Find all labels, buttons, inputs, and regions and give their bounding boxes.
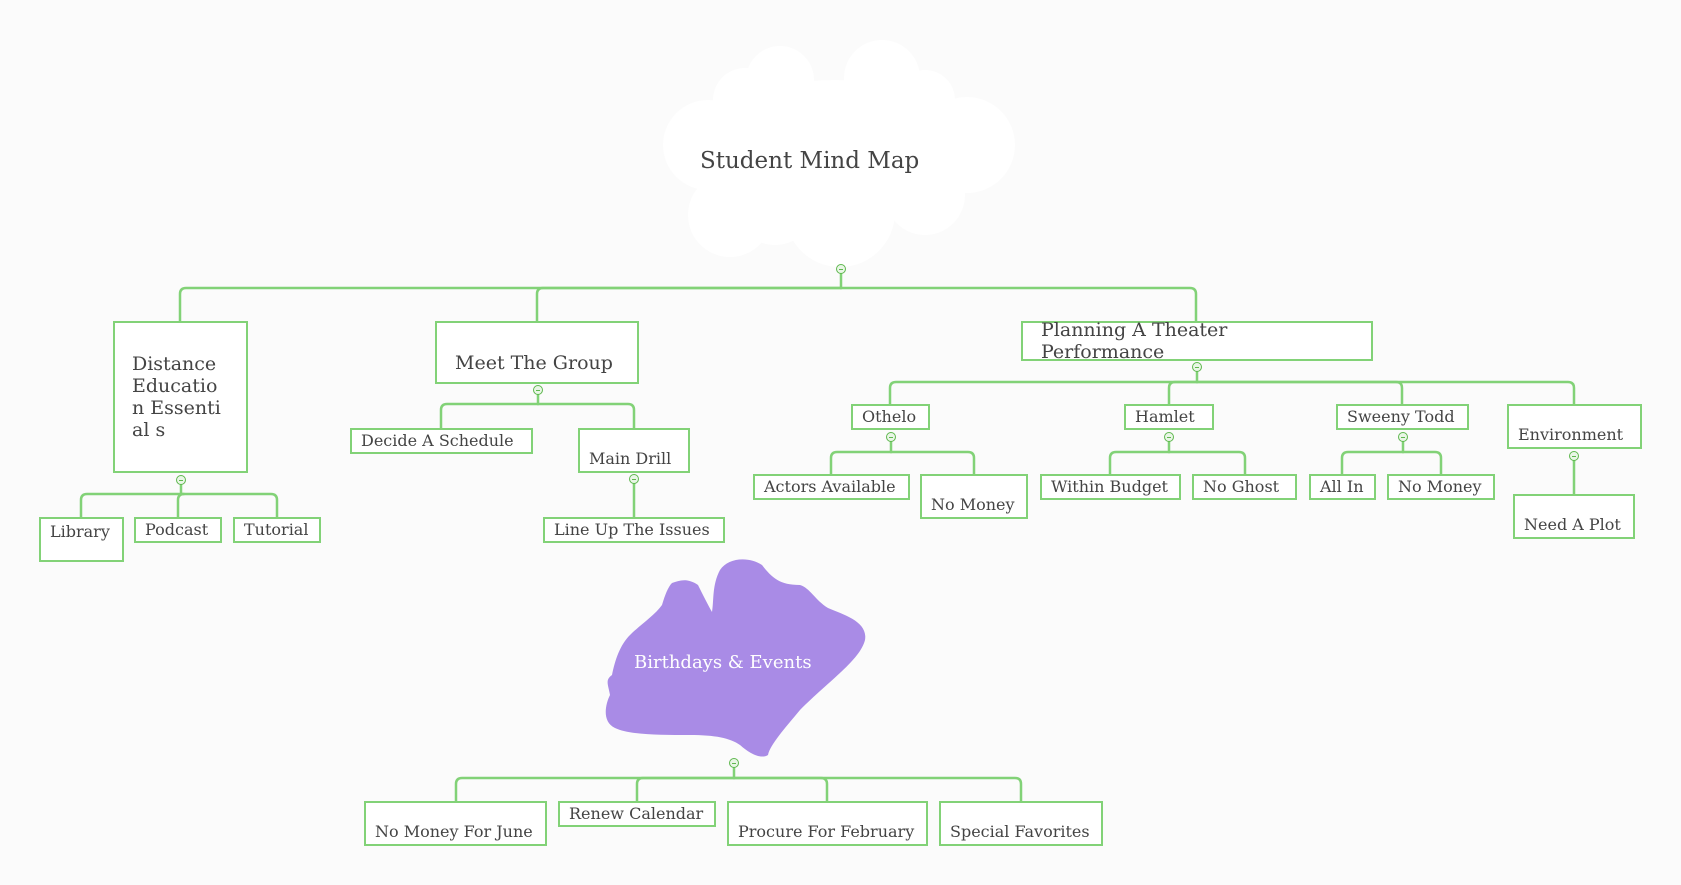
topic-label: All In [1320, 477, 1364, 496]
topic-all-in[interactable]: All In [1309, 474, 1376, 500]
topic-label: No Ghost [1203, 477, 1280, 496]
topic-hamlet[interactable]: Hamlet [1124, 404, 1214, 430]
connector-layer [79, 40, 1576, 803]
hamlet-branch-line [1108, 450, 1171, 476]
topic-within-budget[interactable]: Within Budget [1040, 474, 1181, 500]
topic-label: Othelo [862, 407, 917, 426]
topic-label: Procure For February [738, 822, 915, 841]
topic-need-a-plot[interactable]: Need A Plot [1513, 494, 1635, 539]
topic-label: Sweeny Todd [1347, 407, 1455, 426]
topic-library[interactable]: Library [39, 517, 124, 562]
collapse-toggle-main-drill[interactable] [629, 474, 639, 484]
topic-label: No Money [931, 495, 1015, 514]
topic-procure-for-february[interactable]: Procure For February [727, 801, 928, 846]
topic-actors-available[interactable]: Actors Available [753, 474, 910, 500]
topic-othelo-no-money[interactable]: No Money [920, 474, 1028, 519]
topic-sweeny-no-money[interactable]: No Money [1387, 474, 1495, 500]
topic-sweeny-todd[interactable]: Sweeny Todd [1336, 404, 1469, 430]
branch-label: Meet The Group [455, 352, 613, 374]
collapse-toggle-root[interactable] [836, 264, 846, 274]
sweeny-todd-branch-line [1401, 450, 1443, 476]
topic-line-up-the-issues[interactable]: Line Up The Issues [543, 517, 725, 543]
topic-environment[interactable]: Environment [1507, 404, 1642, 449]
branch-distance-education[interactable]: Distance Educatio n Essential s [113, 321, 248, 473]
planning-theater-branch-line [1195, 380, 1576, 406]
topic-label: Special Favorites [950, 822, 1090, 841]
collapse-toggle-planning-theater[interactable] [1192, 362, 1202, 372]
topic-decide-a-schedule[interactable]: Decide A Schedule [350, 428, 533, 454]
collapse-toggle-meet-the-group[interactable] [533, 385, 543, 395]
othelo-branch-line [889, 450, 976, 476]
topic-label: Main Drill [589, 449, 672, 468]
topic-no-ghost[interactable]: No Ghost [1192, 474, 1297, 500]
distance-education-branch-line [179, 492, 279, 519]
branch-planning-theater[interactable]: Planning A Theater Performance [1021, 319, 1373, 363]
topic-renew-calendar[interactable]: Renew Calendar [558, 801, 716, 827]
topic-othelo[interactable]: Othelo [851, 404, 930, 430]
collapse-toggle-birthdays-events[interactable] [729, 758, 739, 768]
topic-label: Hamlet [1135, 407, 1195, 426]
topic-label: Tutorial [244, 520, 309, 539]
topic-main-drill[interactable]: Main Drill [578, 428, 690, 473]
topic-label: Line Up The Issues [554, 520, 710, 539]
topic-label: Library [50, 522, 110, 541]
meet-the-group-branch-line [536, 402, 636, 430]
planning-theater-branch-line [1167, 380, 1199, 406]
branch-meet-the-group[interactable]: Meet The Group [435, 321, 639, 384]
topic-podcast[interactable]: Podcast [134, 517, 222, 543]
root-branch-line [178, 286, 843, 323]
root-topic-title[interactable]: Student Mind Map [700, 148, 960, 174]
collapse-toggle-distance-education[interactable] [176, 475, 186, 485]
distance-education-branch-line [176, 492, 186, 519]
distance-education-branch-line [79, 492, 183, 519]
floating-topic-title[interactable]: Birthdays & Events [634, 652, 812, 673]
sweeny-todd-branch-line [1340, 450, 1405, 476]
root-branch-line [535, 286, 843, 323]
topic-label: Within Budget [1051, 477, 1168, 496]
planning-theater-branch-line [1195, 380, 1404, 406]
topic-tutorial[interactable]: Tutorial [233, 517, 321, 543]
topic-label: Renew Calendar [569, 804, 704, 823]
branch-label: Distance Educatio n Essential s [132, 353, 221, 441]
topic-label: No Money For June [375, 822, 533, 841]
topic-label: Environment [1518, 425, 1624, 444]
collapse-toggle-sweeny-todd[interactable] [1398, 432, 1408, 442]
birthdays-events-branch-line [732, 776, 829, 803]
topic-label: Decide A Schedule [361, 431, 514, 450]
meet-the-group-branch-line [439, 402, 540, 430]
topic-label: Actors Available [764, 477, 896, 496]
topic-label: No Money [1398, 477, 1482, 496]
collapse-toggle-othelo[interactable] [886, 432, 896, 442]
hamlet-branch-line [1167, 450, 1247, 476]
collapse-toggle-hamlet[interactable] [1164, 432, 1174, 442]
root-branch-line [839, 286, 1198, 323]
birthdays-events-branch-line [732, 776, 1023, 803]
birthdays-events-branch-line [635, 776, 736, 803]
topic-special-favorites[interactable]: Special Favorites [939, 801, 1103, 846]
topic-no-money-for-june[interactable]: No Money For June [364, 801, 547, 846]
topic-label: Need A Plot [1524, 515, 1621, 534]
collapse-toggle-environment[interactable] [1569, 451, 1579, 461]
topic-label: Podcast [145, 520, 209, 539]
othelo-branch-line [829, 450, 893, 476]
planning-theater-branch-line [888, 380, 1199, 406]
birthdays-events-branch-line [454, 776, 736, 803]
branch-label: Planning A Theater Performance [1041, 319, 1234, 363]
